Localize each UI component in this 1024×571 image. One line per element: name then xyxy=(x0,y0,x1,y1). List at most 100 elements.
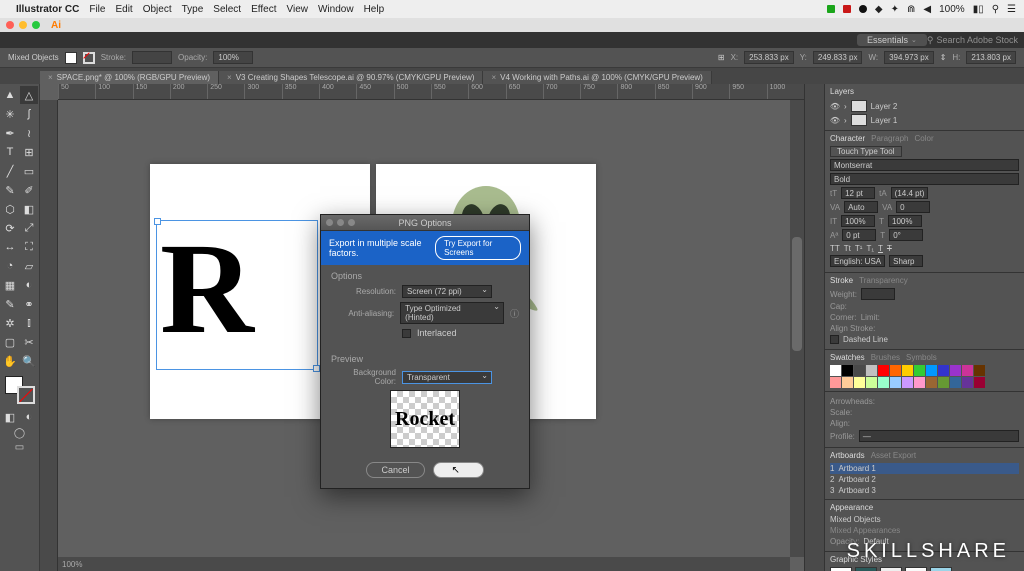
mesh-tool[interactable]: ▦ xyxy=(1,276,19,294)
direct-selection-tool[interactable]: △ xyxy=(20,86,38,104)
profile-field[interactable]: — xyxy=(859,430,1019,442)
fill-proxy-icon[interactable] xyxy=(65,52,77,64)
status-dot-2-icon[interactable] xyxy=(843,5,851,13)
type-menu[interactable]: Type xyxy=(182,4,204,15)
swatches-tab[interactable]: Swatches xyxy=(830,353,865,362)
antialias-field[interactable]: Sharp xyxy=(889,255,923,267)
paintbrush-tool[interactable]: ✎ xyxy=(1,181,19,199)
app-icon[interactable]: ✦ xyxy=(891,4,899,15)
rectangle-tool[interactable]: ▭ xyxy=(20,162,38,180)
appearance-tab[interactable]: Appearance xyxy=(830,503,873,512)
graphic-style-swatch[interactable] xyxy=(905,567,927,571)
selection-tool[interactable]: ▲ xyxy=(1,86,19,104)
visibility-icon[interactable]: 👁 xyxy=(830,115,840,125)
symbol-sprayer-tool[interactable]: ✲ xyxy=(1,314,19,332)
swatch[interactable] xyxy=(842,377,853,388)
document-tab[interactable]: ×V3 Creating Shapes Telescope.ai @ 90.97… xyxy=(219,71,483,84)
spotlight-icon[interactable]: ⚲ xyxy=(992,4,999,15)
interlaced-checkbox[interactable] xyxy=(402,329,411,338)
hscale-field[interactable]: 100% xyxy=(888,215,922,227)
color-tab[interactable]: Color xyxy=(914,134,933,143)
leading-field[interactable]: (14.4 pt) xyxy=(891,187,929,199)
swatch[interactable] xyxy=(854,377,865,388)
draw-mode-icon[interactable]: ◯ xyxy=(2,426,38,440)
placed-image-logo[interactable]: R xyxy=(160,228,254,352)
curvature-tool[interactable]: ≀ xyxy=(20,124,38,142)
ok-button[interactable]: OK↖ xyxy=(433,462,484,478)
swatch[interactable] xyxy=(890,377,901,388)
info-icon[interactable]: ⓘ xyxy=(510,307,519,320)
graphic-style-swatch[interactable] xyxy=(830,567,852,571)
vertical-ruler[interactable] xyxy=(40,100,58,571)
workspace-switcher[interactable]: Essentials⌄ xyxy=(857,34,927,46)
tt-smallcaps-icon[interactable]: Tt xyxy=(844,244,851,253)
vertical-scrollbar[interactable] xyxy=(790,100,804,557)
graph-tool[interactable]: ⫾ xyxy=(20,314,38,332)
rotate-tool[interactable]: ⟳ xyxy=(1,219,19,237)
swatch[interactable] xyxy=(914,365,925,376)
canvas-area[interactable]: 5010015020025030035040045050055060065070… xyxy=(40,84,804,571)
help-menu[interactable]: Help xyxy=(364,4,385,15)
font-size-field[interactable]: 12 pt xyxy=(841,187,875,199)
gradient-mode-icon[interactable]: ◐ xyxy=(20,408,38,426)
lasso-tool[interactable]: ʃ xyxy=(20,105,38,123)
magic-wand-tool[interactable]: ✳ xyxy=(1,105,19,123)
paragraph-tab[interactable]: Paragraph xyxy=(871,134,908,143)
swatch[interactable] xyxy=(950,377,961,388)
stroke-proxy-icon[interactable] xyxy=(83,52,95,64)
artboard-tool[interactable]: ▢ xyxy=(1,333,19,351)
artboard-list-row[interactable]: 2Artboard 2 xyxy=(830,474,1019,485)
artboard-list-row[interactable]: 1Artboard 1 xyxy=(830,463,1019,474)
graphic-style-swatch[interactable] xyxy=(880,567,902,571)
swatch[interactable] xyxy=(890,365,901,376)
status-dot-3-icon[interactable] xyxy=(859,5,867,13)
wifi-icon[interactable]: ⋒ xyxy=(907,4,915,15)
shaper-tool[interactable]: ⬡ xyxy=(1,200,19,218)
transparency-tab[interactable]: Transparency xyxy=(859,276,908,285)
color-mode-icon[interactable]: ◧ xyxy=(1,408,19,426)
window-menu[interactable]: Window xyxy=(318,4,354,15)
zoom-tool[interactable]: 🔍 xyxy=(20,352,38,370)
gradient-tool[interactable]: ◐ xyxy=(20,276,38,294)
pencil-tool[interactable]: ✐ xyxy=(20,181,38,199)
try-export-for-screens-button[interactable]: Try Export for Screens xyxy=(435,236,521,260)
kerning-field[interactable]: Auto xyxy=(844,201,878,213)
edit-menu[interactable]: Edit xyxy=(115,4,132,15)
cancel-button[interactable]: Cancel xyxy=(366,462,424,478)
swatch[interactable] xyxy=(974,377,985,388)
strikethrough-icon[interactable]: T xyxy=(887,244,892,253)
stroke-weight-panel-field[interactable] xyxy=(861,288,895,300)
asset-export-tab[interactable]: Asset Export xyxy=(871,451,916,460)
slice-tool[interactable]: ✂ xyxy=(20,333,38,351)
swatch[interactable] xyxy=(866,365,877,376)
swatch[interactable] xyxy=(866,377,877,388)
visibility-icon[interactable]: 👁 xyxy=(830,101,840,111)
horizontal-ruler[interactable]: 5010015020025030035040045050055060065070… xyxy=(58,84,804,100)
layers-tab[interactable]: Layers xyxy=(830,87,854,96)
rotation-field[interactable]: 0° xyxy=(889,229,923,241)
stroke-tab[interactable]: Stroke xyxy=(830,276,853,285)
swatch[interactable] xyxy=(878,377,889,388)
stroke-weight-field[interactable] xyxy=(132,51,172,64)
zoom-level[interactable]: 100% xyxy=(62,560,82,569)
stroke-color-icon[interactable] xyxy=(17,386,35,404)
status-dot-1-icon[interactable] xyxy=(827,5,835,13)
link-wh-icon[interactable]: ⇕ xyxy=(940,53,947,62)
select-menu[interactable]: Select xyxy=(213,4,241,15)
volume-icon[interactable]: ◀ xyxy=(923,4,931,15)
swatch[interactable] xyxy=(914,377,925,388)
antialiasing-dropdown[interactable]: Type Optimized (Hinted) xyxy=(400,302,504,324)
width-tool[interactable]: ↔ xyxy=(1,238,19,256)
document-tab[interactable]: ×V4 Working with Paths.ai @ 100% (CMYK/G… xyxy=(483,71,711,84)
close-window-icon[interactable] xyxy=(6,21,14,29)
baseline-field[interactable]: 0 pt xyxy=(842,229,876,241)
vscale-field[interactable]: 100% xyxy=(841,215,875,227)
swatch[interactable] xyxy=(938,377,949,388)
subscript-icon[interactable]: T₁ xyxy=(866,244,874,253)
swatch[interactable] xyxy=(830,377,841,388)
tracking-field[interactable]: 0 xyxy=(896,201,930,213)
notification-icon[interactable]: ☰ xyxy=(1007,4,1016,15)
perspective-tool[interactable]: ▱ xyxy=(20,257,38,275)
free-transform-tool[interactable]: ⛶ xyxy=(20,238,38,256)
swatch[interactable] xyxy=(830,365,841,376)
